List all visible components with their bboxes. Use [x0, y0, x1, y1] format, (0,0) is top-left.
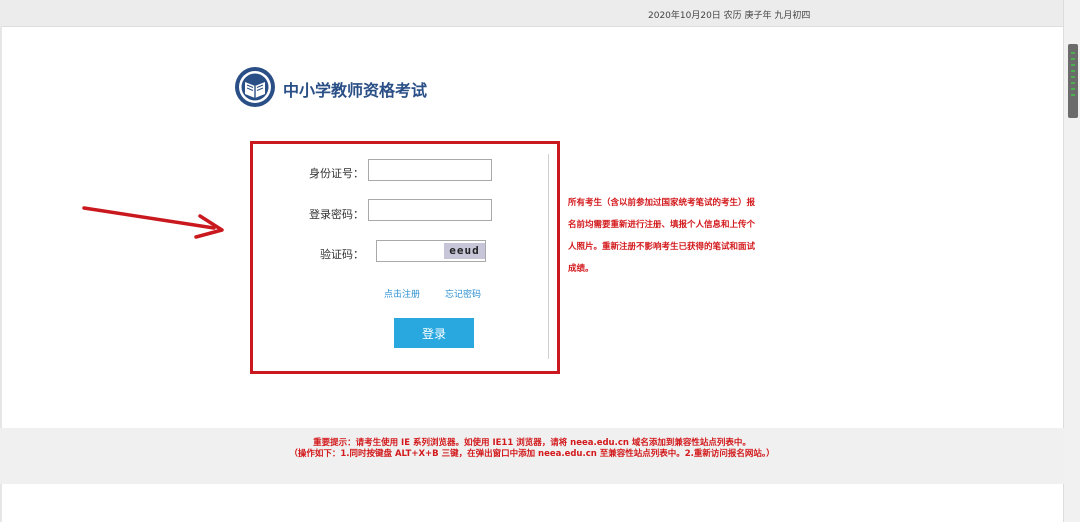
login-button[interactable]: 登录 — [394, 318, 474, 348]
forgot-password-link[interactable]: 忘记密码 — [445, 287, 481, 300]
registration-notice: 所有考生（含以前参加过国家统考笔试的考生）报名前均需要重新进行注册、填报个人信息… — [568, 198, 756, 274]
footer-line-2: （操作如下：1.同时按键盘 ALT+X+B 三键，在弹出窗口中添加 neea.e… — [289, 449, 775, 459]
site-title: 中小学教师资格考试 — [283, 81, 428, 100]
scrollbar-thumb[interactable] — [1068, 44, 1078, 118]
captcha-image[interactable]: eeud — [444, 243, 485, 259]
vertical-scrollbar[interactable] — [1063, 0, 1080, 522]
id-number-input[interactable] — [368, 159, 492, 181]
captcha-label: 验证码： — [320, 248, 364, 261]
password-label: 登录密码： — [309, 208, 364, 221]
id-number-label: 身份证号： — [309, 167, 364, 180]
panel-divider — [548, 154, 549, 359]
password-input[interactable] — [368, 199, 492, 221]
date-text: 2020年10月20日 农历 庚子年 九月初四 — [648, 11, 811, 21]
emblem-book-icon — [235, 67, 275, 107]
register-link[interactable]: 点击注册 — [384, 287, 420, 300]
red-arrow-icon — [82, 206, 224, 239]
footer-notice: 重要提示：请考生使用 IE 系列浏览器。如使用 IE11 浏览器，请将 neea… — [0, 428, 1064, 484]
top-bar: 2020年10月20日 农历 庚子年 九月初四 — [0, 0, 1064, 27]
